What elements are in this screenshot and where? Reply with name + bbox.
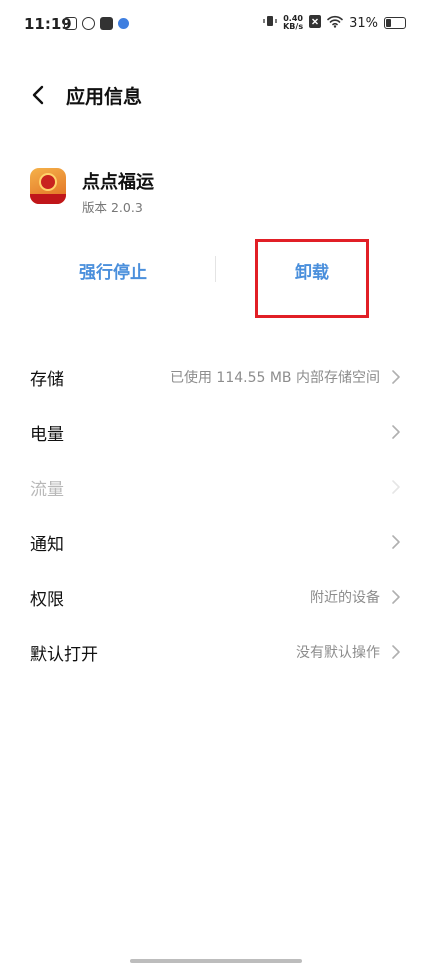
- page-header: 应用信息: [0, 78, 432, 112]
- baidu-paw-icon: [118, 18, 129, 29]
- row-storage-value: 已使用 114.55 MB 内部存储空间: [169, 370, 380, 386]
- vibrate-icon: [263, 14, 277, 32]
- row-data-usage-label: 流量: [30, 480, 64, 500]
- home-indicator[interactable]: [130, 959, 302, 963]
- chevron-right-icon: [392, 590, 400, 604]
- battery-percent: 31%: [349, 15, 378, 31]
- chevron-right-icon: [392, 645, 400, 659]
- chevron-right-icon: [392, 425, 400, 439]
- app-version: 版本 2.0.3: [82, 200, 143, 215]
- network-speed: 0.40 KB/s: [283, 15, 303, 31]
- row-notifications[interactable]: 通知: [0, 520, 432, 564]
- row-open-by-default-value: 没有默认操作: [296, 645, 380, 661]
- chevron-right-icon: [392, 535, 400, 549]
- row-storage-label: 存储: [30, 370, 64, 390]
- chevron-left-icon: [32, 85, 44, 105]
- page-title: 应用信息: [66, 86, 143, 108]
- app-icon-emblem: [39, 173, 57, 191]
- row-notifications-label: 通知: [30, 535, 64, 555]
- tiktok-icon: [100, 17, 113, 30]
- force-stop-button[interactable]: 强行停止: [79, 258, 147, 283]
- row-permissions-value: 附近的设备: [310, 590, 380, 606]
- row-permissions-label: 权限: [30, 590, 64, 610]
- app-icon-band: [30, 194, 66, 204]
- app-icon: [30, 168, 66, 204]
- row-permissions[interactable]: 权限 附近的设备: [0, 575, 432, 619]
- action-divider: [215, 256, 216, 282]
- app-name: 点点福运: [82, 172, 154, 193]
- row-battery-label: 电量: [30, 425, 64, 445]
- wifi-icon: [327, 15, 343, 32]
- network-speed-unit: KB/s: [283, 22, 304, 31]
- status-bar: 11:19 0.40 KB/s 31%: [0, 0, 432, 52]
- notification-link-icon: [82, 17, 95, 30]
- no-sim-icon: [309, 14, 322, 32]
- system-icons: 0.40 KB/s 31%: [263, 14, 406, 32]
- notification-app-icon: [64, 17, 77, 30]
- battery-icon: [384, 17, 406, 29]
- row-storage[interactable]: 存储 已使用 114.55 MB 内部存储空间: [0, 355, 432, 399]
- row-battery[interactable]: 电量: [0, 410, 432, 454]
- chevron-right-icon: [392, 370, 400, 384]
- chevron-right-icon: [392, 480, 400, 494]
- row-open-by-default-label: 默认打开: [30, 645, 98, 665]
- row-data-usage: 流量: [0, 465, 432, 509]
- notification-icons: [64, 17, 129, 30]
- row-open-by-default[interactable]: 默认打开 没有默认操作: [0, 630, 432, 674]
- highlight-box: [255, 239, 369, 318]
- back-button[interactable]: [26, 82, 52, 108]
